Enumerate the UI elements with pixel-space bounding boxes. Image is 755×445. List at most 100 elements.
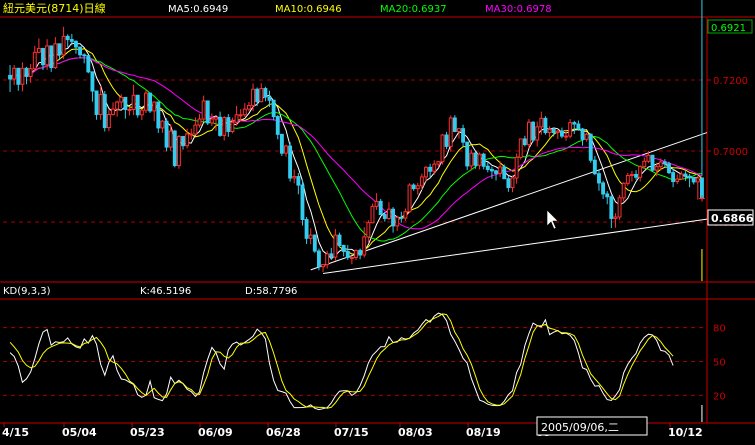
candle-body bbox=[275, 116, 280, 135]
candle-body bbox=[382, 214, 387, 219]
candle-body bbox=[658, 161, 663, 168]
candle-body bbox=[531, 121, 536, 141]
kd-k-readout: K:46.5196 bbox=[140, 286, 191, 297]
candle-body bbox=[485, 165, 490, 170]
candle-body bbox=[597, 173, 601, 184]
candle-body bbox=[139, 109, 144, 116]
candle-body bbox=[127, 108, 132, 111]
candle-body bbox=[86, 55, 91, 73]
candle-body bbox=[444, 134, 449, 147]
kd-tick-label: 20 bbox=[713, 391, 726, 402]
candle-body bbox=[119, 96, 124, 103]
candle-body bbox=[580, 128, 585, 140]
candle-body bbox=[654, 166, 659, 171]
candle-body bbox=[568, 122, 573, 137]
candle-body bbox=[337, 234, 342, 246]
candle-body bbox=[407, 184, 412, 213]
kd-tick-label: 80 bbox=[713, 324, 726, 335]
candle-body bbox=[345, 250, 350, 258]
candle-body bbox=[662, 161, 667, 165]
candle-body bbox=[473, 152, 478, 166]
candle-body bbox=[522, 138, 527, 146]
candle-body bbox=[312, 234, 317, 252]
candle-body bbox=[494, 170, 498, 174]
candle-body bbox=[316, 250, 321, 268]
ma5-readout: MA5:0.6949 bbox=[168, 4, 228, 15]
candle-body bbox=[551, 128, 556, 134]
candle-body bbox=[296, 176, 301, 186]
candle-body bbox=[164, 120, 169, 148]
cursor-tooltip: 2005/09/06,二 bbox=[541, 421, 619, 434]
x-tick-label: 08/03 bbox=[398, 426, 433, 439]
x-tick-label: 4/15 bbox=[2, 426, 29, 439]
candle-body bbox=[547, 128, 552, 134]
price-tick-label: 0.7000 bbox=[713, 147, 748, 158]
candle-body bbox=[267, 96, 272, 101]
candle-body bbox=[65, 35, 70, 41]
x-tick-label: 06/28 bbox=[266, 426, 301, 439]
candle-body bbox=[448, 117, 453, 147]
candle-body bbox=[543, 117, 548, 134]
kd-tick-label: 50 bbox=[713, 358, 726, 369]
candle-body bbox=[395, 216, 400, 227]
candle-body bbox=[679, 173, 684, 180]
candle-body bbox=[370, 205, 375, 224]
candle-body bbox=[378, 200, 383, 216]
candle-body bbox=[246, 105, 251, 110]
kd-d-readout: D:58.7796 bbox=[245, 286, 297, 297]
candle-body bbox=[156, 101, 161, 129]
candle-body bbox=[28, 68, 33, 77]
candle-body bbox=[300, 184, 305, 221]
candle-body bbox=[366, 222, 371, 238]
x-tick-label: 07/15 bbox=[334, 426, 369, 439]
candle-body bbox=[621, 182, 626, 199]
candle-body bbox=[24, 67, 29, 77]
candle-body bbox=[592, 159, 597, 175]
candle-body bbox=[588, 133, 593, 161]
candle-body bbox=[465, 141, 470, 167]
candle-body bbox=[671, 172, 676, 183]
candle-body bbox=[642, 160, 647, 168]
candle-body bbox=[308, 234, 313, 239]
candle-body bbox=[20, 67, 25, 85]
candle-body bbox=[535, 126, 540, 141]
candle-body bbox=[609, 196, 614, 219]
candle-body bbox=[539, 117, 544, 128]
candle-body bbox=[49, 45, 54, 69]
candle-body bbox=[106, 113, 111, 129]
candle-body bbox=[209, 118, 214, 124]
candle-body bbox=[419, 176, 424, 187]
candle-body bbox=[675, 178, 680, 183]
candle-body bbox=[271, 99, 276, 118]
kd-name: KD(9,3,3) bbox=[3, 286, 51, 297]
candle-body bbox=[123, 96, 128, 110]
x-tick-label: 10/12 bbox=[668, 426, 703, 439]
current-price-label: 0.6866 bbox=[711, 212, 754, 225]
ma10-readout: MA10:0.6946 bbox=[275, 4, 342, 15]
candle-body bbox=[605, 193, 610, 198]
candle-body bbox=[82, 54, 87, 57]
candle-body bbox=[424, 166, 428, 178]
candle-body bbox=[477, 153, 482, 166]
candle-body bbox=[321, 264, 325, 268]
ma30-readout: MA30:0.6978 bbox=[485, 4, 552, 15]
candle-body bbox=[629, 173, 634, 176]
candle-body bbox=[172, 130, 177, 167]
candle-body bbox=[481, 153, 486, 167]
candle-body bbox=[411, 184, 416, 190]
candle-body bbox=[391, 208, 396, 227]
candle-body bbox=[238, 114, 243, 117]
candle-body bbox=[189, 133, 194, 136]
candle-body bbox=[432, 163, 437, 172]
candle-body bbox=[230, 121, 235, 132]
candle-body bbox=[514, 156, 519, 179]
candle-body bbox=[498, 166, 503, 174]
ma20-readout: MA20:0.6937 bbox=[380, 4, 447, 15]
candle-body bbox=[74, 40, 78, 48]
candle-body bbox=[650, 154, 655, 171]
candle-body bbox=[461, 128, 466, 143]
candle-body bbox=[222, 117, 227, 136]
candle-body bbox=[415, 185, 420, 190]
candle-body bbox=[572, 122, 577, 125]
candle-body bbox=[292, 176, 297, 179]
